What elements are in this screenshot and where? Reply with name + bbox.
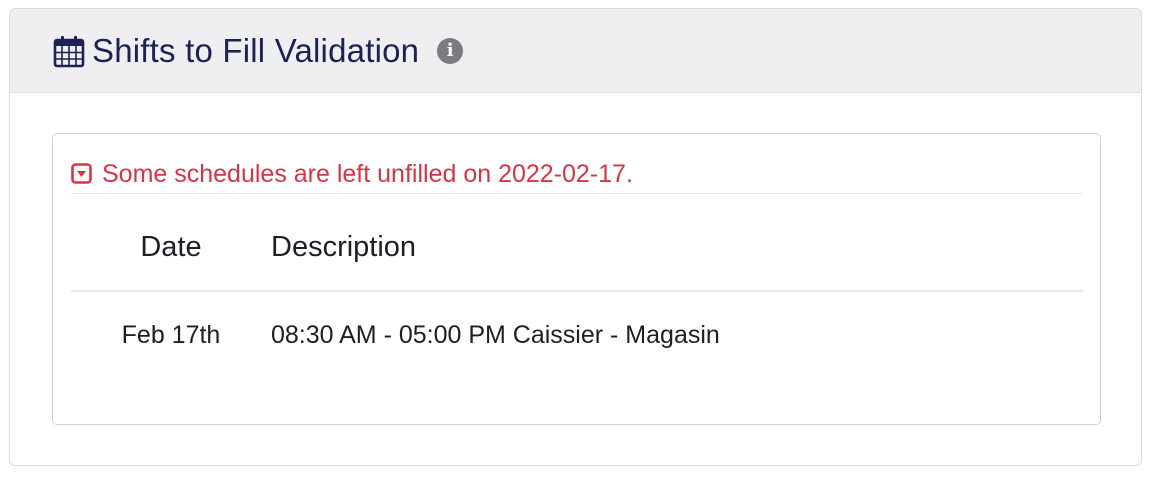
validation-panel: Some schedules are left unfilled on 2022…	[52, 133, 1101, 425]
alert-row: Some schedules are left unfilled on 2022…	[71, 161, 1082, 194]
column-header-date: Date	[71, 204, 271, 292]
shifts-to-fill-card: Shifts to Fill Validation i Some schedul…	[9, 8, 1142, 466]
table-row: Feb 17th 08:30 AM - 05:00 PM Caissier - …	[71, 291, 1083, 378]
table-header-row: Date Description	[71, 204, 1083, 292]
card-title: Shifts to Fill Validation	[92, 31, 420, 69]
alert-message: Some schedules are left unfilled on 2022…	[102, 160, 633, 188]
calendar-icon	[52, 34, 86, 68]
shift-date: Feb 17th	[121, 320, 221, 349]
column-header-description: Description	[271, 204, 1083, 292]
card-header: Shifts to Fill Validation i	[10, 9, 1141, 93]
shifts-table: Date Description Feb 17th 08:30 AM - 05:…	[71, 204, 1083, 378]
info-icon[interactable]: i	[437, 37, 464, 64]
shift-description: 08:30 AM - 05:00 PM Caissier - Magasin	[271, 320, 720, 349]
caret-square-down-icon[interactable]	[71, 163, 92, 184]
